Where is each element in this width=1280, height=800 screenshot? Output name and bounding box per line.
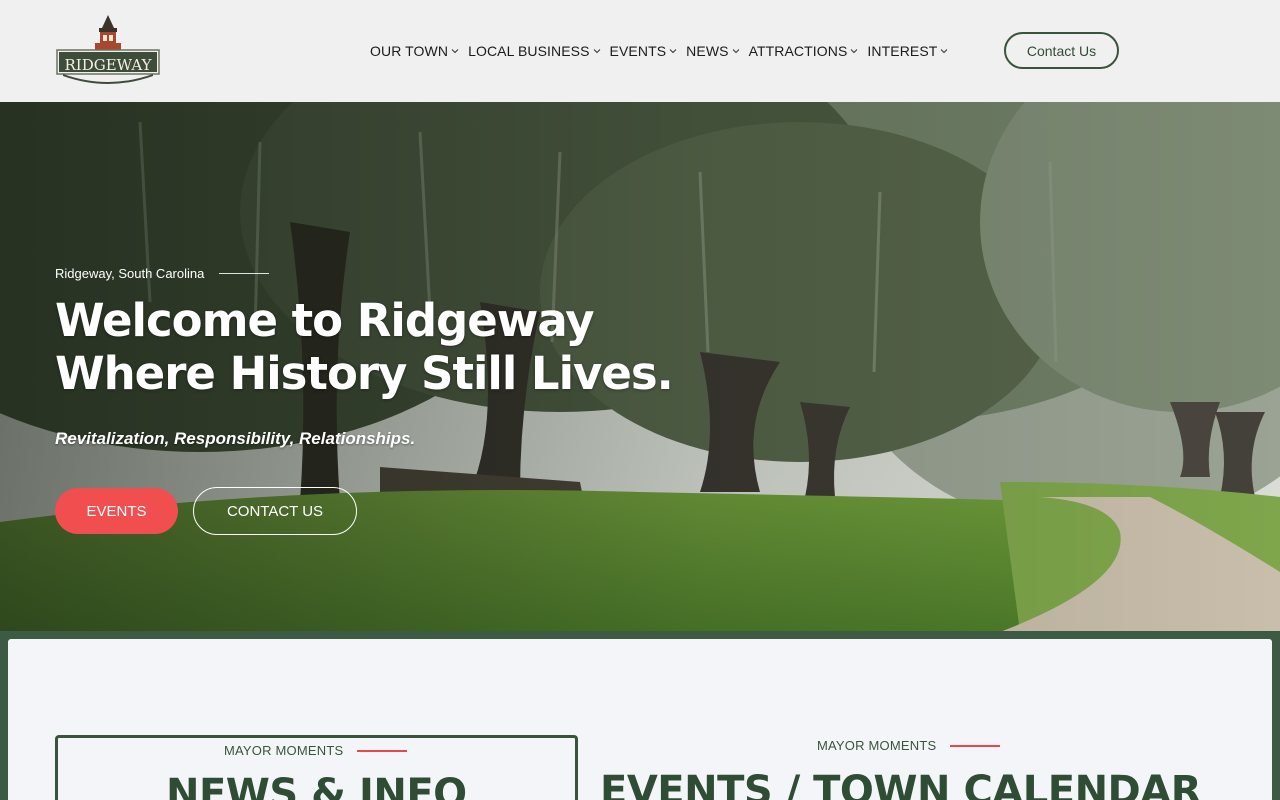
nav-item-our-town[interactable]: OUR TOWN — [370, 43, 459, 59]
chevron-down-icon — [669, 49, 677, 54]
site-header: RIDGEWAY EST. 1785 OUR TOWN LOCAL BUSINE… — [0, 0, 1280, 102]
hero-banner: Ridgeway, South Carolina Welcome to Ridg… — [0, 102, 1280, 632]
news-info-heading: NEWS & INFO — [166, 771, 467, 800]
ridgeway-logo[interactable]: RIDGEWAY EST. 1785 — [55, 14, 161, 88]
hero-subtitle: Revitalization, Responsibility, Relation… — [55, 429, 416, 448]
chevron-down-icon — [732, 49, 739, 54]
nav-item-local-business[interactable]: LOCAL BUSINESS — [468, 43, 600, 59]
news-kicker: MAYOR MOMENTS — [224, 743, 408, 758]
logo-wordmark: RIDGEWAY — [65, 56, 153, 74]
nav-item-attractions[interactable]: ATTRACTIONS — [749, 43, 859, 59]
nav-label: ATTRACTIONS — [748, 43, 848, 59]
nav-label: LOCAL BUSINESS — [468, 43, 590, 59]
hero-title: Welcome to Ridgeway Where History Still … — [55, 294, 695, 400]
nav-label: EVENTS — [609, 43, 667, 59]
logo-established: EST. 1785 — [98, 77, 118, 82]
chevron-down-icon — [451, 49, 459, 54]
eyebrow-divider — [219, 273, 270, 274]
events-kicker: MAYOR MOMENTS — [817, 738, 1001, 753]
chevron-down-icon — [593, 49, 600, 54]
kicker-divider — [357, 749, 408, 752]
main-nav: OUR TOWN LOCAL BUSINESS EVENTS NEWS ATTR… — [370, 40, 957, 62]
chevron-down-icon — [941, 49, 948, 54]
chevron-down-icon — [851, 49, 858, 54]
nav-item-events[interactable]: EVENTS — [610, 43, 678, 59]
news-info-card: MAYOR MOMENTS NEWS & INFO — [55, 735, 578, 800]
contact-us-button[interactable]: Contact Us — [1004, 32, 1119, 69]
nav-label: OUR TOWN — [370, 43, 449, 59]
hero-location-eyebrow: Ridgeway, South Carolina — [55, 266, 270, 281]
hero-title-line-2: Where History Still Lives. — [55, 347, 674, 400]
contact-us-hero-button[interactable]: CONTACT US — [193, 487, 357, 535]
hero-location-text: Ridgeway, South Carolina — [55, 266, 205, 281]
hero-title-line-1: Welcome to Ridgeway — [55, 294, 595, 347]
events-button[interactable]: EVENTS — [55, 488, 178, 534]
nav-label: INTEREST — [867, 43, 938, 59]
nav-item-news[interactable]: NEWS — [686, 43, 739, 59]
news-kicker-text: MAYOR MOMENTS — [224, 743, 344, 758]
nav-label: NEWS — [686, 43, 729, 59]
kicker-divider — [950, 744, 1001, 747]
events-calendar-heading: EVENTS / TOWN CALENDAR — [600, 768, 1202, 800]
events-kicker-text: MAYOR MOMENTS — [817, 738, 937, 753]
nav-item-interest[interactable]: INTEREST — [867, 43, 948, 59]
